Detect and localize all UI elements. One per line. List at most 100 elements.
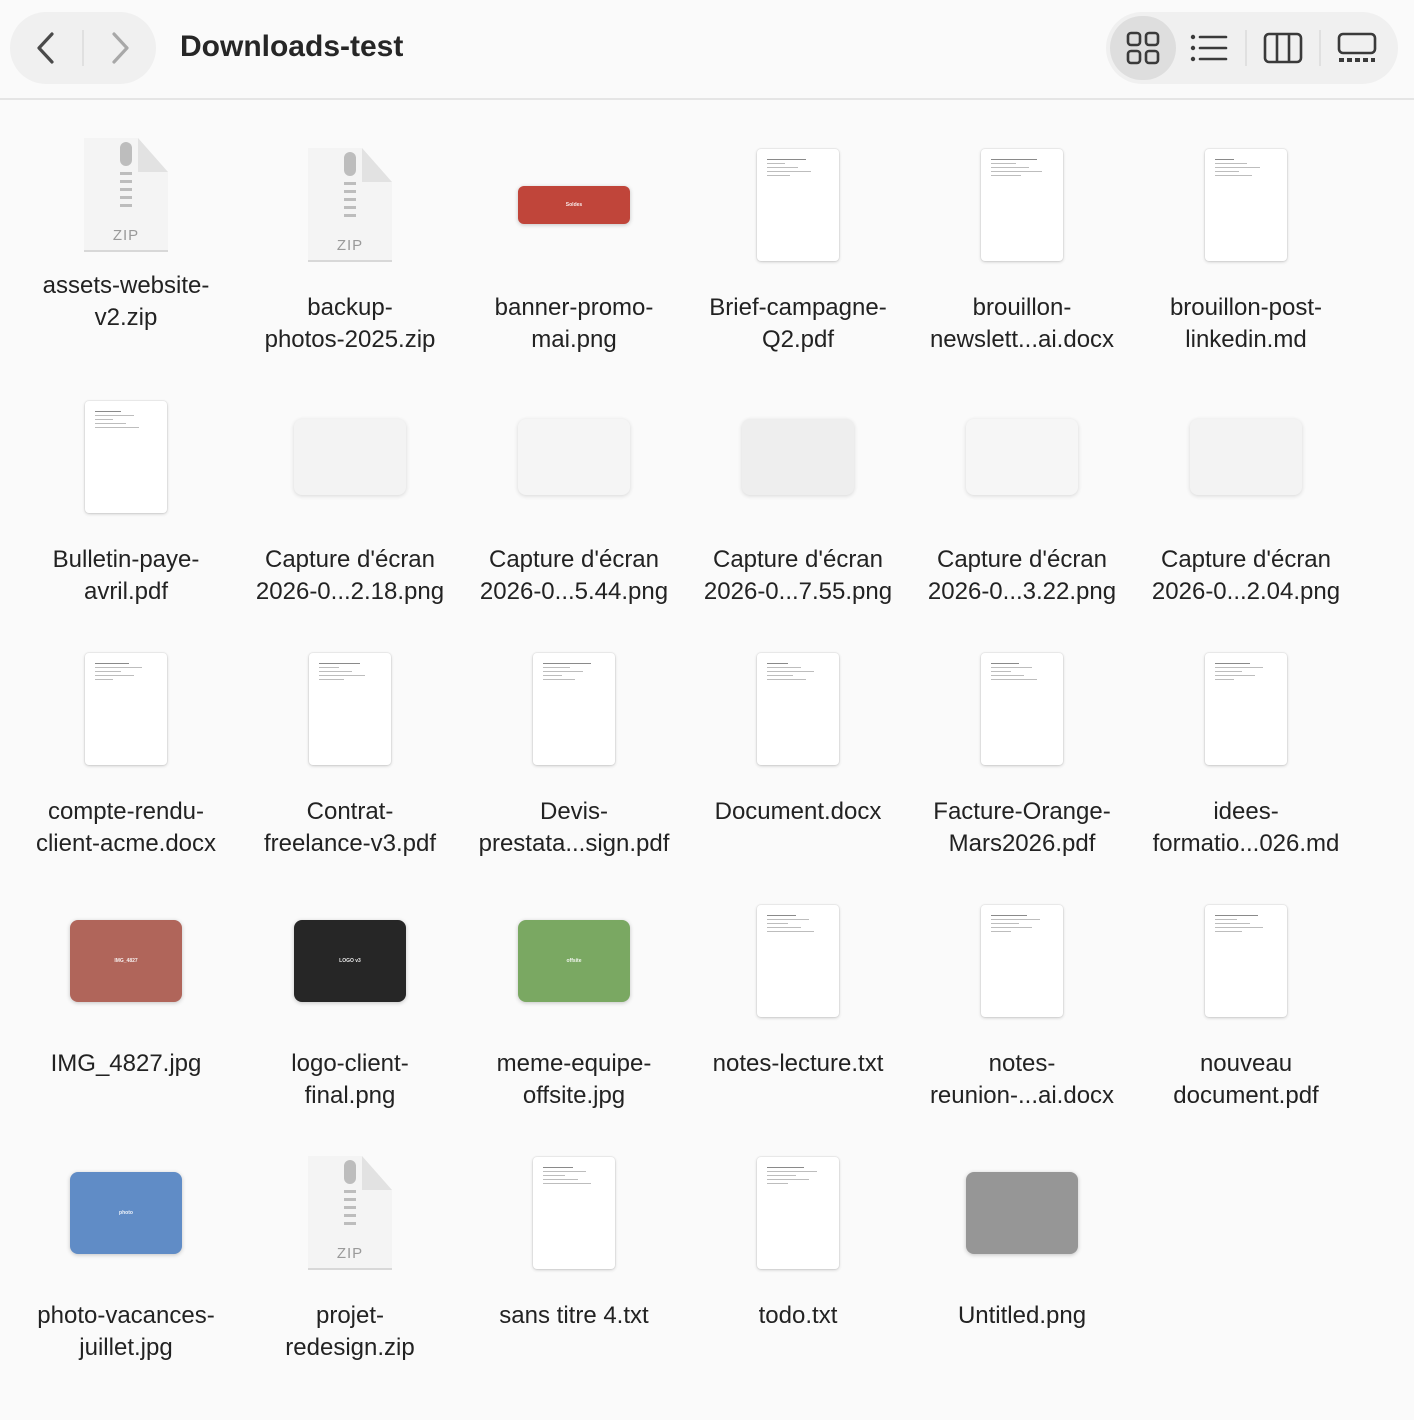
document-icon[interactable]	[981, 653, 1063, 765]
zip-archive-icon[interactable]: ZIP	[308, 148, 392, 262]
image-thumbnail[interactable]: Soldes	[518, 186, 630, 224]
file-icon-area[interactable]	[1134, 130, 1358, 280]
file-item[interactable]: Capture d'écran 2026-0...3.22.png	[910, 352, 1134, 605]
file-item[interactable]: ZIP projet- redesign.zip	[238, 1108, 462, 1361]
file-item[interactable]: Capture d'écran 2026-0...2.04.png	[1134, 352, 1358, 605]
file-icon-area[interactable]	[1134, 382, 1358, 532]
document-icon[interactable]	[533, 1157, 615, 1269]
file-icon-area[interactable]	[910, 382, 1134, 532]
file-icon-area[interactable]	[14, 634, 238, 784]
file-icon-area[interactable]	[1134, 634, 1358, 784]
file-name: Capture d'écran 2026-0...7.55.png	[703, 546, 893, 605]
file-item[interactable]: ZIP backup- photos-2025.zip	[238, 100, 462, 353]
image-thumbnail[interactable]	[966, 419, 1078, 495]
list-view-button[interactable]	[1176, 16, 1242, 80]
file-icon-area[interactable]	[462, 634, 686, 784]
file-icon-area[interactable]	[14, 382, 238, 532]
forward-button[interactable]	[84, 12, 156, 84]
file-item[interactable]: Capture d'écran 2026-0...7.55.png	[686, 352, 910, 605]
view-divider	[1245, 30, 1247, 66]
file-icon-area[interactable]	[910, 1138, 1134, 1288]
image-thumbnail[interactable]	[294, 419, 406, 495]
file-icon-area[interactable]	[686, 382, 910, 532]
file-icon-area[interactable]	[462, 382, 686, 532]
document-icon[interactable]	[533, 653, 615, 765]
image-thumbnail[interactable]: photo	[70, 1172, 182, 1254]
file-item[interactable]: ZIP assets-website- v2.zip	[14, 100, 238, 352]
file-name: notes-lecture.txt	[712, 1050, 884, 1077]
document-icon[interactable]	[1205, 905, 1287, 1017]
image-thumbnail[interactable]	[1190, 419, 1302, 495]
file-icon-area[interactable]	[1134, 886, 1358, 1036]
file-name: brouillon-post- linkedin.md	[1169, 294, 1323, 353]
file-item[interactable]: Brief-campagne- Q2.pdf	[686, 100, 910, 353]
file-icon-area[interactable]	[910, 130, 1134, 280]
file-item[interactable]: idees- formatio...026.md	[1134, 604, 1358, 857]
file-icon-area[interactable]: photo	[14, 1138, 238, 1288]
file-icon-area[interactable]: ZIP	[238, 130, 462, 280]
file-item[interactable]: Facture-Orange- Mars2026.pdf	[910, 604, 1134, 857]
file-icon-area[interactable]: ZIP	[238, 1138, 462, 1288]
file-icon-area[interactable]	[910, 886, 1134, 1036]
thumbnail-text: IMG_4827	[114, 958, 138, 964]
document-icon[interactable]	[757, 905, 839, 1017]
image-thumbnail[interactable]: IMG_4827	[70, 920, 182, 1002]
file-item[interactable]: Bulletin-paye- avril.pdf	[14, 352, 238, 605]
file-icon-area[interactable]	[238, 382, 462, 532]
file-item[interactable]: todo.txt	[686, 1108, 910, 1360]
image-thumbnail[interactable]	[966, 1172, 1078, 1254]
document-icon[interactable]	[757, 149, 839, 261]
file-item[interactable]: LOGO v3 logo-client- final.png	[238, 856, 462, 1109]
file-item[interactable]: Untitled.png	[910, 1108, 1134, 1360]
file-icon-area[interactable]: LOGO v3	[238, 886, 462, 1036]
file-icon-area[interactable]	[686, 130, 910, 280]
file-item[interactable]: nouveau document.pdf	[1134, 856, 1358, 1109]
file-item[interactable]: Devis- prestata...sign.pdf	[462, 604, 686, 857]
file-item[interactable]: brouillon-post- linkedin.md	[1134, 100, 1358, 353]
document-icon[interactable]	[1205, 653, 1287, 765]
chevron-left-icon	[37, 32, 54, 64]
file-icon-area[interactable]: ZIP	[14, 130, 238, 280]
document-icon[interactable]	[85, 653, 167, 765]
file-item[interactable]: Contrat- freelance-v3.pdf	[238, 604, 462, 857]
gallery-view-button[interactable]	[1324, 16, 1390, 80]
file-item[interactable]: IMG_4827 IMG_4827.jpg	[14, 856, 238, 1108]
image-thumbnail[interactable]	[518, 419, 630, 495]
zip-archive-icon[interactable]: ZIP	[84, 138, 168, 252]
file-icon-area[interactable]: offsite	[462, 886, 686, 1036]
back-button[interactable]	[10, 12, 82, 84]
file-item[interactable]: sans titre 4.txt	[462, 1108, 686, 1360]
file-item[interactable]: Capture d'écran 2026-0...2.18.png	[238, 352, 462, 605]
file-item[interactable]: photo photo-vacances- juillet.jpg	[14, 1108, 238, 1361]
file-item[interactable]: notes-lecture.txt	[686, 856, 910, 1108]
document-icon[interactable]	[1205, 149, 1287, 261]
file-icon-area[interactable]	[686, 886, 910, 1036]
file-icon-area[interactable]	[910, 634, 1134, 784]
file-icon-area[interactable]	[686, 1138, 910, 1288]
image-thumbnail[interactable]: LOGO v3	[294, 920, 406, 1002]
document-icon[interactable]	[309, 653, 391, 765]
image-thumbnail[interactable]: offsite	[518, 920, 630, 1002]
file-icon-area[interactable]	[462, 1138, 686, 1288]
file-item[interactable]: Soldes banner-promo- mai.png	[462, 100, 686, 353]
zip-archive-icon[interactable]: ZIP	[308, 1156, 392, 1270]
file-icon-area[interactable]	[238, 634, 462, 784]
file-item[interactable]: Document.docx	[686, 604, 910, 856]
file-item[interactable]: brouillon- newslett...ai.docx	[910, 100, 1134, 353]
file-item[interactable]: offsite meme-equipe- offsite.jpg	[462, 856, 686, 1109]
file-icon-area[interactable]: IMG_4827	[14, 886, 238, 1036]
file-icon-area[interactable]	[686, 634, 910, 784]
column-view-button[interactable]	[1250, 16, 1316, 80]
document-icon[interactable]	[757, 1157, 839, 1269]
document-icon[interactable]	[85, 401, 167, 513]
document-icon[interactable]	[981, 905, 1063, 1017]
file-name: logo-client- final.png	[291, 1050, 409, 1109]
file-item[interactable]: compte-rendu- client-acme.docx	[14, 604, 238, 857]
image-thumbnail[interactable]	[742, 419, 854, 495]
document-icon[interactable]	[757, 653, 839, 765]
icon-view-button[interactable]	[1110, 16, 1176, 80]
document-icon[interactable]	[981, 149, 1063, 261]
file-item[interactable]: Capture d'écran 2026-0...5.44.png	[462, 352, 686, 605]
file-item[interactable]: notes- reunion-...ai.docx	[910, 856, 1134, 1109]
file-icon-area[interactable]: Soldes	[462, 130, 686, 280]
